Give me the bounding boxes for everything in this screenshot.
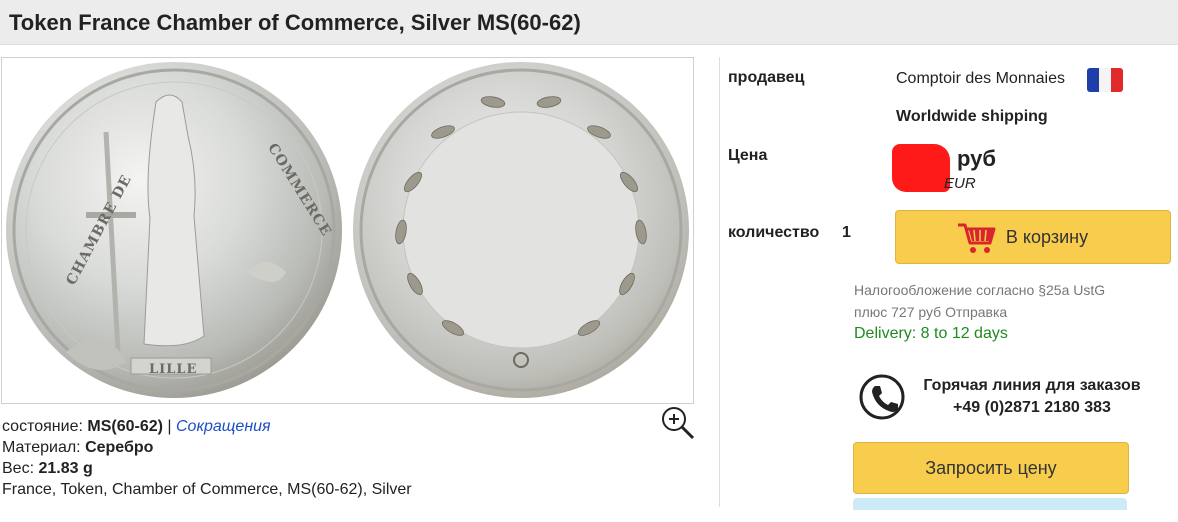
- request-price-button[interactable]: Запросить цену: [853, 442, 1129, 494]
- abbreviations-link[interactable]: Сокращения: [176, 418, 271, 435]
- tax-note: Налогообложение согласно §25a UstG: [854, 282, 1106, 298]
- shipping-cost: плюс 727 руб Отправка: [854, 304, 1008, 320]
- quantity-label: количество: [728, 224, 820, 241]
- coin-obverse-image: CHAMBRE DE COMMERCE LILLE: [6, 62, 342, 398]
- weight-value: 21.83 g: [38, 460, 93, 477]
- add-to-cart-label: В корзину: [1005, 226, 1089, 247]
- price-currency-eur: EUR: [944, 175, 976, 192]
- coin-legend-bottom: LILLE: [149, 362, 198, 377]
- coin-reverse-image: [353, 62, 689, 398]
- phone-icon: [859, 374, 905, 420]
- product-description: France, Token, Chamber of Commerce, MS(6…: [2, 481, 412, 498]
- condition-value: MS(60-62): [87, 418, 163, 435]
- material-label: Материал:: [2, 439, 81, 456]
- hotline-block: Горячая линия для заказов +49 (0)2871 21…: [912, 375, 1152, 419]
- price-label: Цена: [728, 147, 768, 164]
- separator: |: [167, 418, 172, 435]
- product-specs: состояние: MS(60-62) | Сокращения Матери…: [2, 416, 412, 500]
- hotline-number[interactable]: +49 (0)2871 2180 383: [912, 397, 1152, 419]
- add-to-cart-button[interactable]: В корзину: [895, 210, 1171, 264]
- shopping-cart-icon: [958, 223, 996, 253]
- material-row: Материал: Серебро: [2, 437, 412, 458]
- column-divider: [719, 57, 720, 507]
- product-title: Token France Chamber of Commerce, Silver…: [9, 10, 581, 35]
- weight-row: Вес: 21.83 g: [2, 458, 412, 479]
- coin-reverse-art: [359, 68, 683, 392]
- seller-name[interactable]: Comptoir des Monnaies: [896, 70, 1065, 88]
- france-flag-icon: [1087, 68, 1123, 92]
- hotline-title: Горячая линия для заказов: [923, 377, 1141, 394]
- request-price-label: Запросить цену: [925, 457, 1057, 478]
- zoom-icon[interactable]: [660, 405, 696, 441]
- delivery-time: Delivery: 8 to 12 days: [854, 325, 1008, 342]
- weight-label: Вес:: [2, 460, 35, 477]
- title-bar: Token France Chamber of Commerce, Silver…: [0, 0, 1178, 45]
- price-redaction: [892, 144, 950, 192]
- quantity-value[interactable]: 1: [842, 224, 851, 242]
- seller-label: продавец: [728, 69, 805, 86]
- coin-obverse-art: [12, 68, 336, 392]
- condition-row: состояние: MS(60-62) | Сокращения: [2, 416, 412, 437]
- condition-label: состояние:: [2, 418, 83, 435]
- material-value: Серебро: [85, 439, 154, 456]
- next-button-edge[interactable]: [853, 498, 1127, 510]
- product-image[interactable]: CHAMBRE DE COMMERCE LILLE: [1, 57, 694, 404]
- shipping-info: Worldwide shipping: [896, 108, 1048, 125]
- price-currency-rub: руб: [957, 146, 996, 171]
